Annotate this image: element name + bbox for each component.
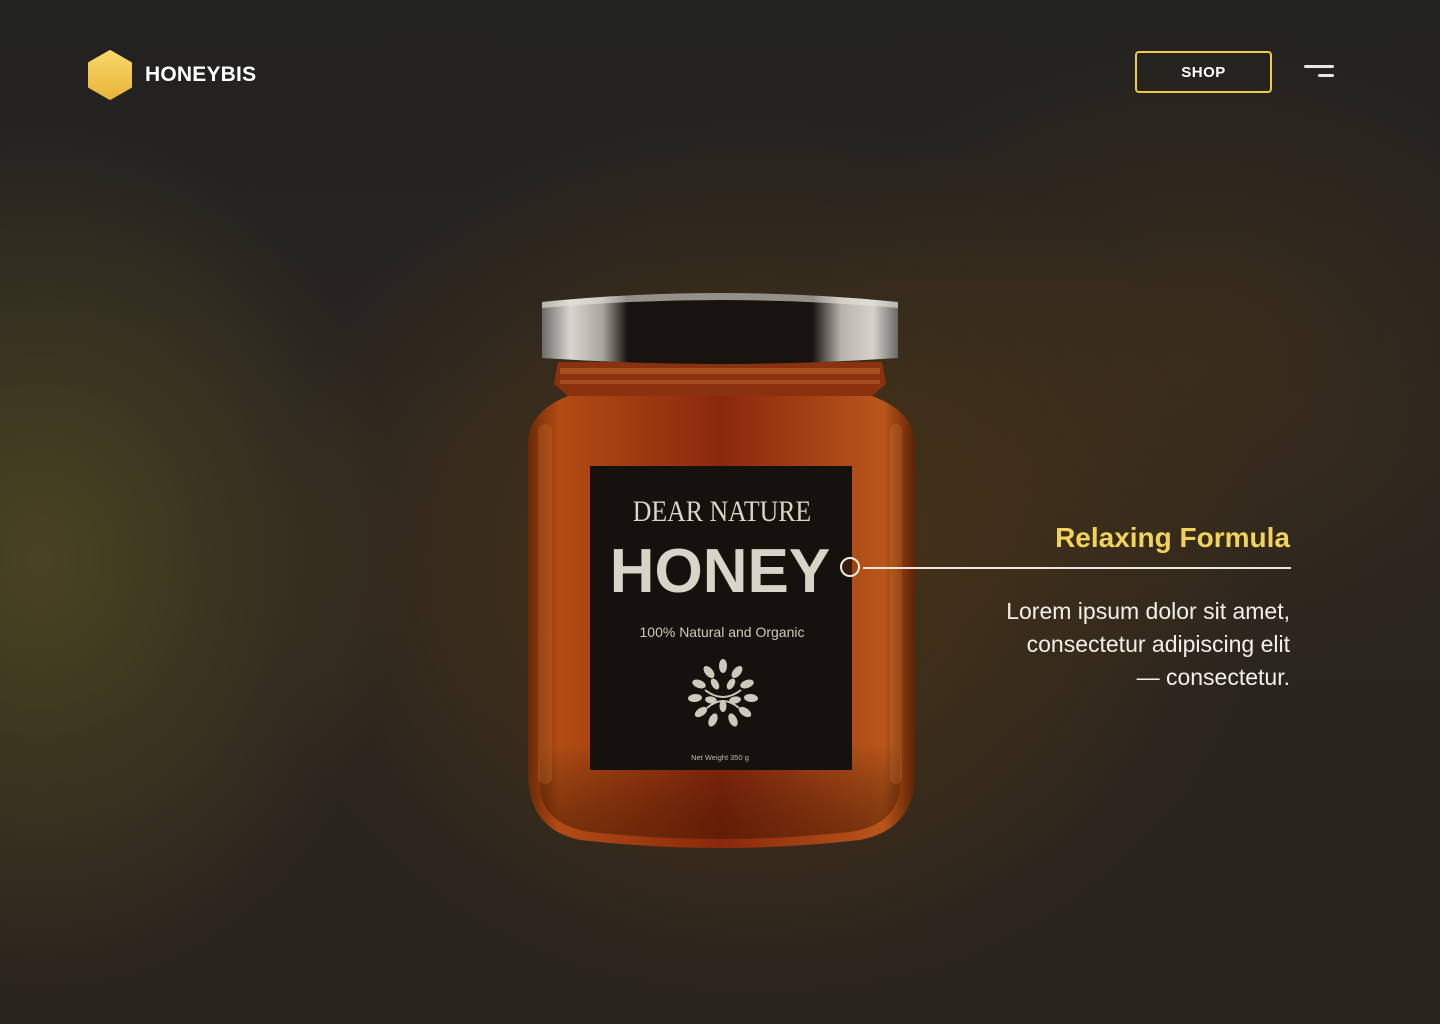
shop-button[interactable]: SHOP	[1135, 51, 1272, 93]
callout-marker	[840, 557, 860, 577]
menu-icon[interactable]	[1300, 62, 1338, 84]
callout-title: Relaxing Formula	[1055, 522, 1290, 553]
label-tagline: 100% Natural and Organic	[640, 624, 805, 640]
menu-line-top	[1304, 65, 1334, 68]
callout-text-line: consectetur adipiscing elit	[1026, 631, 1290, 657]
callout-text-line: Lorem ipsum dolor sit amet,	[1006, 598, 1290, 624]
label-brand: DEAR NATURE	[633, 495, 811, 528]
brand-logo[interactable]: HONEYBIS	[88, 50, 256, 100]
brand-name: HONEYBIS	[145, 63, 257, 86]
hexagon-icon	[88, 50, 132, 100]
label-name: HONEY	[610, 537, 830, 606]
callout-text-line: — consectetur.	[1136, 664, 1290, 690]
callout-line	[863, 567, 1291, 569]
label-weight: Net Weight 350 g	[691, 753, 749, 762]
honey-jar-image: DEAR NATURE HONEY 100% Natural and Organ…	[520, 284, 920, 854]
menu-line-bottom	[1318, 74, 1334, 77]
callout-description: Lorem ipsum dolor sit amet, consectetur …	[970, 595, 1290, 694]
